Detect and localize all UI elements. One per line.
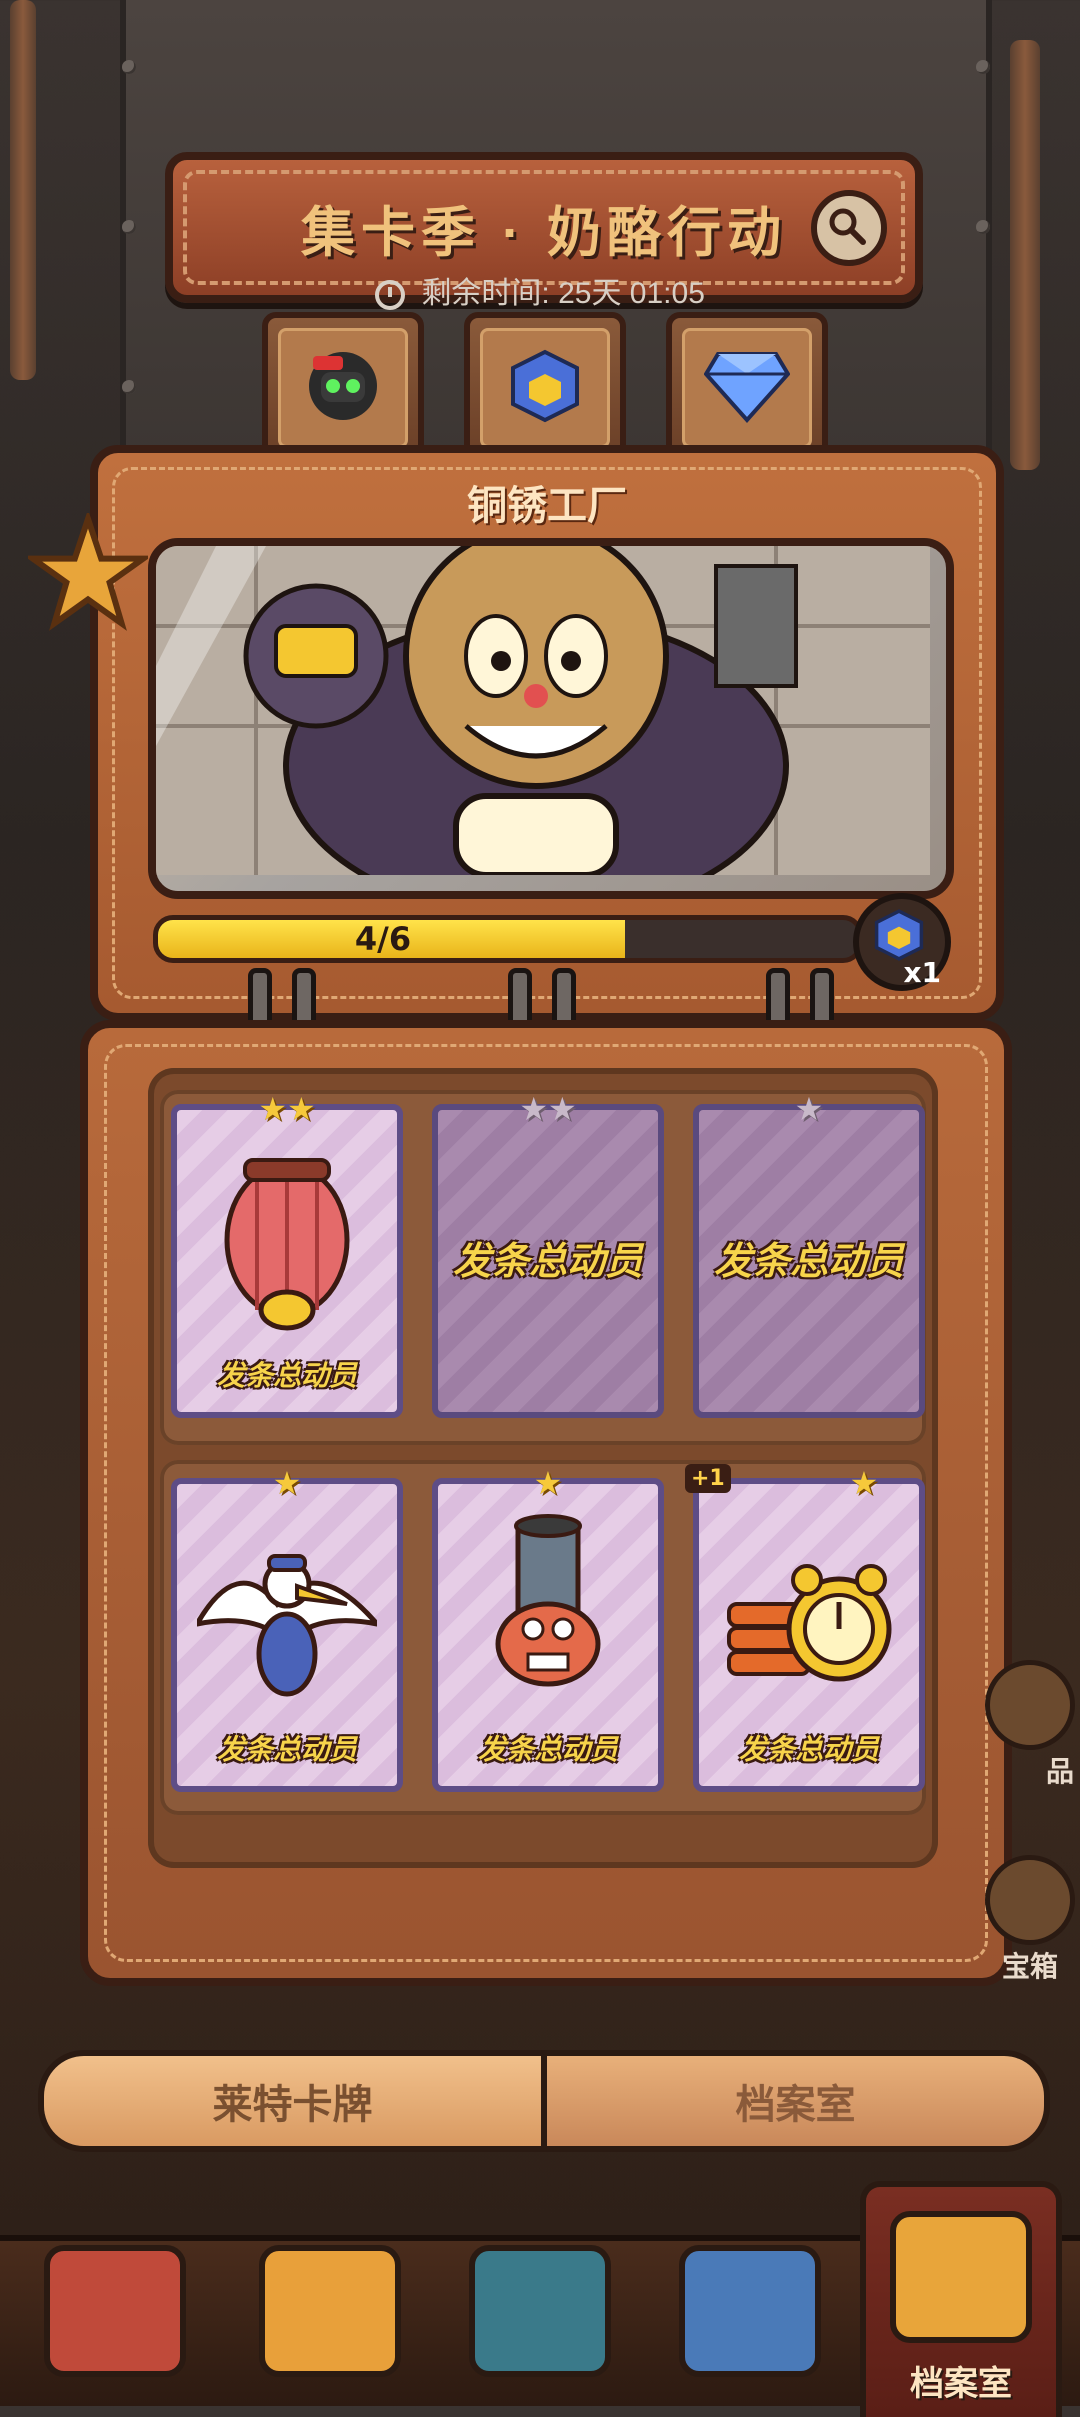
card-logo: 发条总动员 — [216, 1734, 357, 1765]
album-progress-text: 4/6 — [354, 920, 412, 958]
card-logo: 发条总动员 — [477, 1734, 618, 1765]
card-logo: 发条总动员 — [452, 1241, 643, 1283]
duplicate-badge: +1 — [685, 1464, 731, 1493]
reward-slot-cube[interactable] — [464, 312, 626, 464]
reward-slot-robot[interactable] — [262, 312, 424, 464]
card-stars: ★ — [533, 1464, 563, 1502]
remaining-time-text: 剩余时间: 25天 01:05 — [421, 277, 705, 310]
card-stars: ★★ — [258, 1090, 316, 1128]
chest-icon — [985, 1855, 1075, 1945]
tab-archive[interactable]: 档案室 — [547, 2056, 1044, 2146]
goggles-icon — [679, 2245, 821, 2377]
card-tray: ★★ 发条总动员 ★★ 发条总动员 ★ 发条总动员 ★ 发条总动员 ★ 发条总动… — [148, 1068, 938, 1868]
bird-icon — [197, 1554, 377, 1697]
album-cards-panel: ★★ 发条总动员 ★★ 发条总动员 ★ 发条总动员 ★ 发条总动员 ★ 发条总动… — [80, 1020, 1012, 1986]
pipe-decoration — [1010, 40, 1040, 470]
diamond-icon — [704, 352, 790, 424]
card-stars: ★★ — [519, 1090, 577, 1128]
album-cover-panel: 铜锈工厂 4/6 x1 — [28, 445, 1004, 1021]
alarm-dynamite-icon — [727, 1564, 892, 1682]
clock-icon — [375, 280, 406, 311]
pipe-decoration — [10, 0, 36, 380]
nav-item-goggles[interactable] — [665, 2216, 835, 2406]
card-slot-4[interactable]: ★ 发条总动员 — [171, 1464, 403, 1792]
nav-item-machine[interactable] — [455, 2216, 625, 2406]
nav-item-star-chest[interactable] — [30, 2216, 200, 2406]
album-title: 铜锈工厂 — [467, 484, 627, 528]
archive-star-box-icon — [890, 2211, 1032, 2343]
chest-label: 宝箱 — [1001, 1951, 1058, 1982]
reward-slot-diamond[interactable] — [666, 312, 828, 464]
side-item-partial-label: 品 — [1045, 1756, 1074, 1787]
remaining-time: 剩余时间: 25天 01:05 — [0, 268, 1080, 312]
chest-button[interactable]: 宝箱 — [980, 1855, 1080, 1985]
side-item-partial[interactable]: 品 — [980, 1660, 1080, 1790]
tab-light-cards[interactable]: 莱特卡牌 — [44, 2056, 547, 2146]
card-stars: ★ — [849, 1464, 879, 1502]
tab-bar: 莱特卡牌 档案室 — [38, 2050, 1050, 2152]
robot-icon — [309, 352, 377, 420]
card-stars: ★ — [794, 1090, 824, 1128]
card-slot-1[interactable]: ★★ 发条总动员 — [171, 1090, 403, 1418]
cheese-cube-icon — [874, 909, 924, 961]
nav-item-archive[interactable]: 档案室 — [860, 2181, 1062, 2417]
star-badge-icon — [28, 513, 148, 631]
star-chest-icon — [44, 2245, 186, 2377]
card-slot-6[interactable]: +1 ★ 发条总动员 — [685, 1464, 925, 1792]
cannon-icon — [495, 1514, 601, 1687]
zeppelin-icon — [224, 1158, 350, 1331]
card-stars: ★ — [272, 1464, 302, 1502]
partial-icon — [985, 1660, 1075, 1750]
card-slot-3[interactable]: ★ 发条总动员 — [693, 1090, 925, 1418]
card-logo: 发条总动员 — [738, 1734, 879, 1765]
reward-quantity: x1 — [903, 956, 941, 989]
magnifier-icon — [829, 208, 866, 245]
card-slot-5[interactable]: ★ 发条总动员 — [432, 1464, 664, 1792]
card-slot-2[interactable]: ★★ 发条总动员 — [432, 1090, 664, 1418]
album-reward-button[interactable]: x1 — [853, 893, 951, 991]
cheese-box-icon — [259, 2245, 401, 2377]
bottom-nav: 档案室 — [0, 2181, 1080, 2417]
card-logo: 发条总动员 — [216, 1360, 357, 1391]
card-logo: 发条总动员 — [713, 1241, 904, 1283]
nav-item-cheese-box[interactable] — [245, 2216, 415, 2406]
album-cover-illustration — [148, 538, 954, 899]
nav-archive-label: 档案室 — [910, 2365, 1012, 2403]
search-button[interactable] — [811, 190, 887, 266]
machine-icon — [469, 2245, 611, 2377]
cheese-cube-icon — [511, 349, 579, 423]
event-title: 集卡季 · 奶酪行动 — [301, 203, 787, 263]
